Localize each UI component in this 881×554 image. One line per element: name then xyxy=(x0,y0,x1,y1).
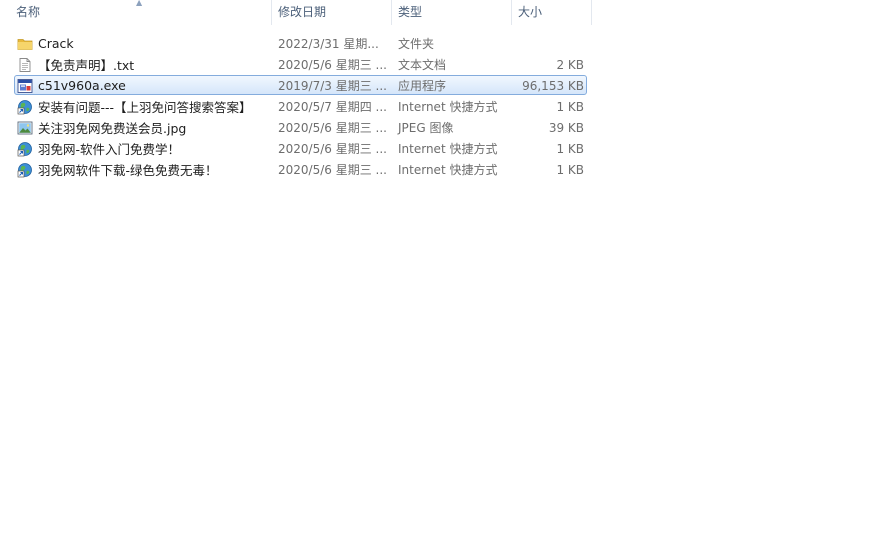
file-name: Crack xyxy=(38,36,74,51)
file-date: 2019/7/3 星期三 ... xyxy=(278,79,387,93)
file-explorer-list: ▲ 名称 修改日期 类型 大小 Crack 2022/3/31 星期... 文件… xyxy=(0,0,881,554)
file-name-cell: 安装有问题---【上羽免问答搜索答案】 xyxy=(0,97,272,116)
sort-ascending-icon: ▲ xyxy=(136,0,143,7)
file-type: Internet 快捷方式 xyxy=(398,163,498,177)
column-header-date[interactable]: 修改日期 xyxy=(272,0,392,25)
column-header-size-label: 大小 xyxy=(518,5,543,19)
column-header-bar: ▲ 名称 修改日期 类型 大小 xyxy=(0,0,592,25)
file-name: c51v960a.exe xyxy=(38,78,126,93)
column-header-type-label: 类型 xyxy=(398,5,423,19)
text-file-icon xyxy=(17,57,33,73)
file-row[interactable]: Crack 2022/3/31 星期... 文件夹 xyxy=(0,33,600,54)
file-date: 2020/5/6 星期三 ... xyxy=(278,58,387,72)
file-row-selected[interactable]: c51v960a.exe 2019/7/3 星期三 ... 应用程序 96,15… xyxy=(0,75,600,96)
internet-shortcut-icon xyxy=(17,99,33,115)
file-name: 羽免网-软件入门免费学！ xyxy=(38,142,181,157)
file-type: Internet 快捷方式 xyxy=(398,142,498,156)
file-name-cell: c51v960a.exe xyxy=(0,78,272,94)
file-name-cell: 羽免网软件下载-绿色免费无毒！ xyxy=(0,160,272,179)
column-header-name-label: 名称 xyxy=(16,5,41,19)
column-header-name[interactable]: ▲ 名称 xyxy=(0,0,272,25)
column-header-size[interactable]: 大小 xyxy=(512,0,592,25)
file-size: 1 KB xyxy=(556,141,584,156)
file-type: 应用程序 xyxy=(398,79,447,93)
internet-shortcut-icon xyxy=(17,141,33,157)
file-size: 1 KB xyxy=(556,99,584,114)
file-size: 2 KB xyxy=(556,57,584,72)
file-row[interactable]: 【免责声明】.txt 2020/5/6 星期三 ... 文本文档 2 KB xyxy=(0,54,600,75)
exe-file-icon xyxy=(17,78,33,94)
file-name: 安装有问题---【上羽免问答搜索答案】 xyxy=(38,100,252,115)
file-name-cell: Crack xyxy=(0,36,272,52)
file-row[interactable]: 羽免网软件下载-绿色免费无毒！ 2020/5/6 星期三 ... Interne… xyxy=(0,159,600,180)
file-name-cell: 【免责声明】.txt xyxy=(0,55,272,74)
file-name-cell: 关注羽免网免费送会员.jpg xyxy=(0,118,272,137)
file-name: 关注羽免网免费送会员.jpg xyxy=(38,121,187,136)
file-date: 2022/3/31 星期... xyxy=(278,37,379,51)
file-date: 2020/5/6 星期三 ... xyxy=(278,142,387,156)
file-name: 羽免网软件下载-绿色免费无毒！ xyxy=(38,163,218,178)
file-row[interactable]: 安装有问题---【上羽免问答搜索答案】 2020/5/7 星期四 ... Int… xyxy=(0,96,600,117)
file-row[interactable]: 羽免网-软件入门免费学！ 2020/5/6 星期三 ... Internet 快… xyxy=(0,138,600,159)
file-size: 1 KB xyxy=(556,162,584,177)
folder-icon xyxy=(17,36,33,52)
file-size: 96,153 KB xyxy=(522,78,584,93)
column-header-type[interactable]: 类型 xyxy=(392,0,512,25)
file-row[interactable]: 关注羽免网免费送会员.jpg 2020/5/6 星期三 ... JPEG 图像 … xyxy=(0,117,600,138)
file-type: JPEG 图像 xyxy=(398,121,454,135)
file-name-cell: 羽免网-软件入门免费学！ xyxy=(0,139,272,158)
file-type: Internet 快捷方式 xyxy=(398,100,498,114)
file-name: 【免责声明】.txt xyxy=(38,58,135,73)
file-type: 文本文档 xyxy=(398,58,447,72)
file-date: 2020/5/7 星期四 ... xyxy=(278,100,387,114)
internet-shortcut-icon xyxy=(17,162,33,178)
file-type: 文件夹 xyxy=(398,37,435,51)
column-header-date-label: 修改日期 xyxy=(278,5,327,19)
file-size: 39 KB xyxy=(548,120,584,135)
file-date: 2020/5/6 星期三 ... xyxy=(278,121,387,135)
file-date: 2020/5/6 星期三 ... xyxy=(278,163,387,177)
file-list: Crack 2022/3/31 星期... 文件夹 【免责声明】.txt 202… xyxy=(0,33,600,180)
image-file-icon xyxy=(17,120,33,136)
